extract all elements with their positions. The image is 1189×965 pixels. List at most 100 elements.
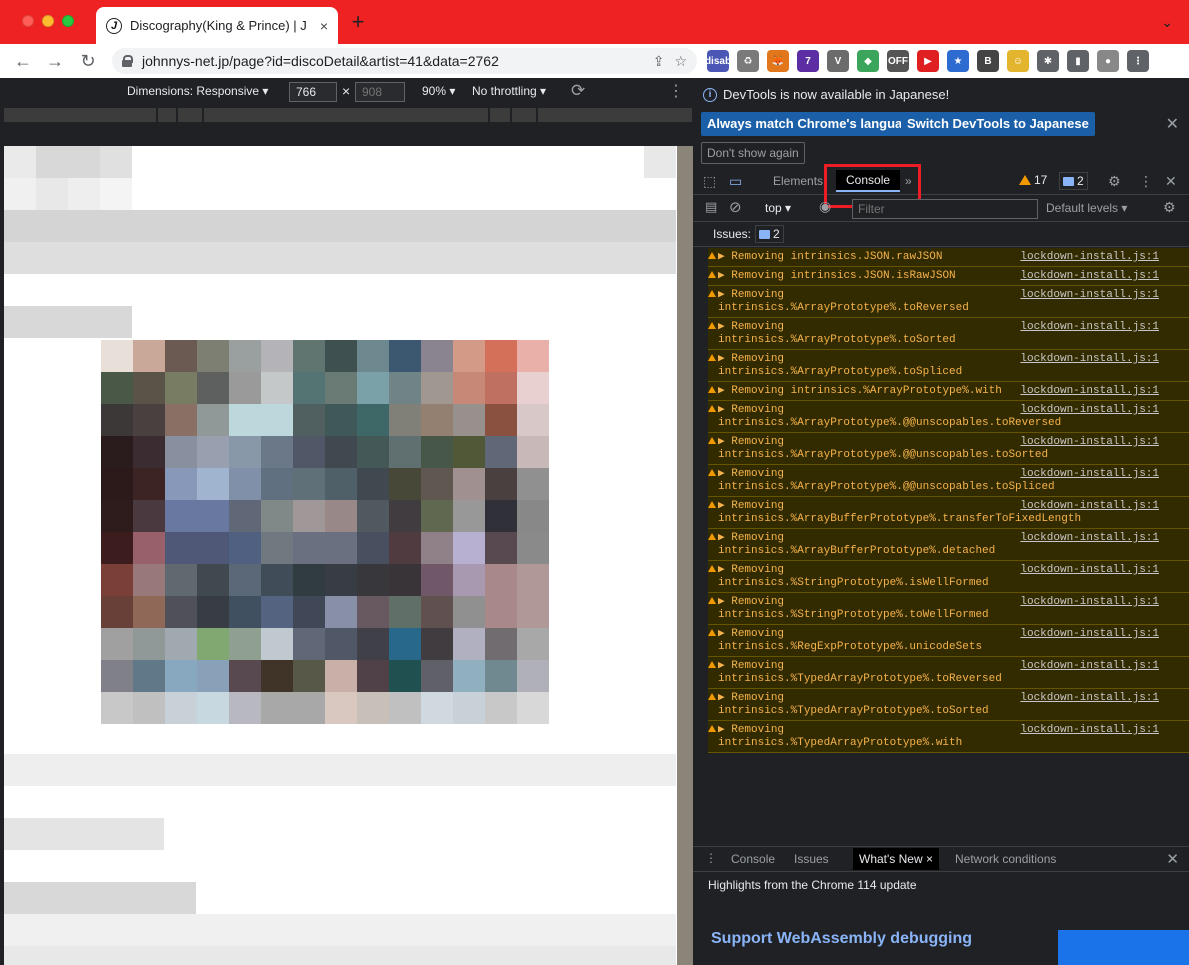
console-warning-row[interactable]: ▶ Removing intrinsics.%RegExpPrototype%.u… <box>708 625 1189 657</box>
context-selector[interactable]: top ▾ <box>765 201 791 215</box>
device-toggle-icon[interactable]: ▭ <box>729 173 742 190</box>
ext-youtube-icon[interactable]: ▶ <box>917 50 939 72</box>
log-source-link[interactable]: lockdown-install.js:1 <box>1020 660 1159 673</box>
log-source-link[interactable]: lockdown-install.js:1 <box>1020 289 1159 302</box>
log-source-link[interactable]: lockdown-install.js:1 <box>1020 404 1159 417</box>
console-warning-row[interactable]: ▶ Removing intrinsics.%TypedArrayPrototyp… <box>708 689 1189 721</box>
clear-console-icon[interactable]: ⊘ <box>729 198 742 216</box>
log-source-link[interactable]: lockdown-install.js:1 <box>1020 436 1159 449</box>
ext-purple-icon[interactable]: 7 <box>797 50 819 72</box>
inspect-element-icon[interactable]: ⬚ <box>703 173 716 190</box>
bookmark-star-icon[interactable]: ☆ <box>674 53 687 70</box>
sidepanel-icon[interactable]: ▮ <box>1067 50 1089 72</box>
console-warning-row[interactable]: ▶ Removing intrinsics.%ArrayPrototype%.@@… <box>708 465 1189 497</box>
browser-tab[interactable]: J Discography(King & Prince) | J × <box>96 7 338 44</box>
ext-face-icon[interactable]: ☺ <box>1007 50 1029 72</box>
console-warning-row[interactable]: ▶ Removing intrinsics.%ArrayPrototype%.to… <box>708 350 1189 382</box>
log-source-link[interactable]: lockdown-install.js:1 <box>1020 628 1159 641</box>
drawer-tab-whats-new[interactable]: What's New × <box>853 848 939 870</box>
log-source-link[interactable]: lockdown-install.js:1 <box>1020 468 1159 481</box>
metamask-icon[interactable]: 🦊 <box>767 50 789 72</box>
console-warning-row[interactable]: ▶ Removing intrinsics.JSON.isRawJSON lock… <box>708 267 1189 286</box>
address-bar[interactable]: johnnys-net.jp/page?id=discoDetail&artis… <box>112 48 697 74</box>
tab-search-icon[interactable]: ⌄ <box>1161 14 1173 31</box>
avatar-icon[interactable]: ● <box>1097 50 1119 72</box>
log-source-link[interactable]: lockdown-install.js:1 <box>1020 724 1159 737</box>
ext-off-icon[interactable]: OFF <box>887 50 909 72</box>
ext-b-icon[interactable]: B <box>977 50 999 72</box>
share-icon[interactable]: ⇪ <box>653 53 665 70</box>
infobar-close-icon[interactable]: ✕ <box>1166 114 1179 134</box>
zoom-dropdown[interactable]: 90% ▾ <box>422 84 455 98</box>
tab-close-icon[interactable]: × <box>320 18 328 34</box>
warnings-counter[interactable]: 17 <box>1019 173 1047 187</box>
match-language-button[interactable]: Always match Chrome's language <box>701 112 924 136</box>
log-source-link[interactable]: lockdown-install.js:1 <box>1020 532 1159 545</box>
new-tab-button[interactable]: + <box>348 11 368 33</box>
log-source-link[interactable]: lockdown-install.js:1 <box>1020 321 1159 334</box>
device-more-icon[interactable]: ⋮ <box>668 81 684 101</box>
rotate-icon[interactable]: ⟳ <box>571 81 585 101</box>
console-settings-gear-icon[interactable]: ⚙ <box>1163 199 1176 216</box>
ext-star-icon[interactable]: ★ <box>947 50 969 72</box>
issues-badge[interactable]: 2 <box>755 225 784 243</box>
console-warning-row[interactable]: ▶ Removing intrinsics.%ArrayPrototype%.to… <box>708 286 1189 318</box>
console-warning-row[interactable]: ▶ Removing intrinsics.%ArrayPrototype%.w… <box>708 382 1189 401</box>
console-warning-row[interactable]: ▶ Removing intrinsics.%StringPrototype%.t… <box>708 593 1189 625</box>
ext-v-icon[interactable]: V <box>827 50 849 72</box>
dimensions-dropdown[interactable]: Dimensions: Responsive ▾ <box>127 84 268 98</box>
disab-icon[interactable]: disab <box>705 50 731 72</box>
puzzle-icon[interactable]: ✱ <box>1037 50 1059 72</box>
back-arrow-icon[interactable]: ← <box>12 50 34 72</box>
log-source-link[interactable]: lockdown-install.js:1 <box>1020 500 1159 513</box>
devtools-more-icon[interactable]: ⋮ <box>1139 173 1153 190</box>
url-text[interactable]: johnnys-net.jp/page?id=discoDetail&artis… <box>142 53 643 69</box>
console-warning-row[interactable]: ▶ Removing intrinsics.%ArrayPrototype%.@@… <box>708 433 1189 465</box>
console-warning-row[interactable]: ▶ Removing intrinsics.%ArrayBufferPrototy… <box>708 529 1189 561</box>
settings-gear-icon[interactable]: ⚙ <box>1108 173 1121 190</box>
drawer-tab-console[interactable]: Console <box>731 852 775 866</box>
close-window-button[interactable] <box>22 15 34 27</box>
console-warning-row[interactable]: ▶ Removing intrinsics.%TypedArrayPrototyp… <box>708 721 1189 753</box>
log-source-link[interactable]: lockdown-install.js:1 <box>1020 270 1159 283</box>
log-levels-dropdown[interactable]: Default levels ▾ <box>1046 201 1127 215</box>
whats-new-close-icon[interactable]: × <box>926 852 933 866</box>
recycle-icon[interactable]: ♻ <box>737 50 759 72</box>
console-warning-row[interactable]: ▶ Removing intrinsics.%ArrayPrototype%.to… <box>708 318 1189 350</box>
log-source-link[interactable]: lockdown-install.js:1 <box>1020 385 1159 398</box>
log-source-link[interactable]: lockdown-install.js:1 <box>1020 353 1159 366</box>
kebab-icon[interactable]: ⋮ <box>1127 50 1149 72</box>
log-source-link[interactable]: lockdown-install.js:1 <box>1020 564 1159 577</box>
drawer-close-icon[interactable]: ✕ <box>1166 850 1179 868</box>
whats-new-link[interactable]: Support WebAssembly debugging <box>711 930 972 948</box>
console-warning-row[interactable]: ▶ Removing intrinsics.%TypedArrayPrototyp… <box>708 657 1189 689</box>
dont-show-again-button[interactable]: Don't show again <box>701 142 805 164</box>
minimize-window-button[interactable] <box>42 15 54 27</box>
console-warning-row[interactable]: ▶ Removing intrinsics.JSON.rawJSON lockdo… <box>708 248 1189 267</box>
media-query-ruler[interactable] <box>4 108 692 122</box>
reload-icon[interactable]: ↻ <box>77 50 99 72</box>
log-source-link[interactable]: lockdown-install.js:1 <box>1020 692 1159 705</box>
zoom-window-button[interactable] <box>62 15 74 27</box>
throttling-dropdown[interactable]: No throttling ▾ <box>472 84 546 98</box>
live-expression-eye-icon[interactable]: ◉ <box>819 198 831 215</box>
drawer-tab-issues[interactable]: Issues <box>794 852 829 866</box>
drawer-menu-icon[interactable]: ⋮ <box>705 851 717 865</box>
devtools-close-icon[interactable]: ✕ <box>1165 173 1177 190</box>
viewport-width-input[interactable] <box>289 82 337 102</box>
sidebar-toggle-icon[interactable]: ▤ <box>705 199 717 215</box>
ext-diamond-icon[interactable]: ◆ <box>857 50 879 72</box>
messages-counter[interactable]: 2 <box>1059 172 1088 190</box>
forward-arrow-icon[interactable]: → <box>44 50 66 72</box>
console-warning-row[interactable]: ▶ Removing intrinsics.%StringPrototype%.i… <box>708 561 1189 593</box>
switch-japanese-button[interactable]: Switch DevTools to Japanese <box>901 112 1095 136</box>
log-source-link[interactable]: lockdown-install.js:1 <box>1020 596 1159 609</box>
viewport-height-input[interactable] <box>355 82 405 102</box>
console-warning-row[interactable]: ▶ Removing intrinsics.%ArrayBufferPrototy… <box>708 497 1189 529</box>
console-filter-input[interactable] <box>852 199 1038 219</box>
lock-icon[interactable] <box>122 55 133 67</box>
console-warning-row[interactable]: ▶ Removing intrinsics.%ArrayPrototype%.@@… <box>708 401 1189 433</box>
drawer-tab-network-conditions[interactable]: Network conditions <box>955 852 1056 866</box>
tab-elements[interactable]: Elements <box>773 174 823 188</box>
log-source-link[interactable]: lockdown-install.js:1 <box>1020 251 1159 264</box>
